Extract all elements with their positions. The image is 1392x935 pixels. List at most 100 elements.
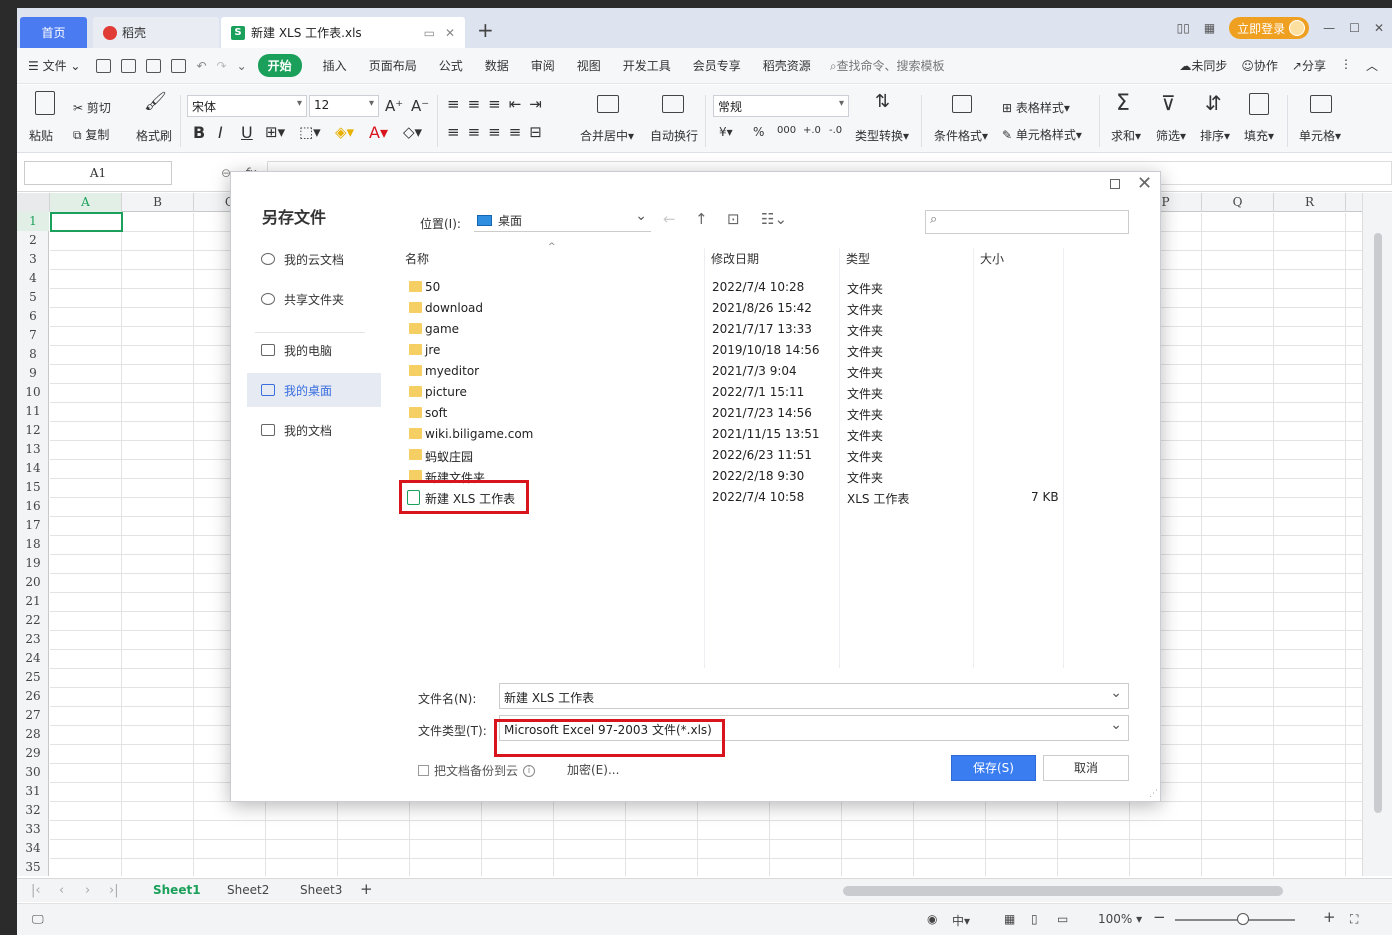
- font-name-select[interactable]: 宋体: [187, 95, 307, 117]
- row-header[interactable]: 1: [17, 212, 49, 231]
- filter-button[interactable]: 筛选▾: [1156, 127, 1186, 144]
- zoom-slider[interactable]: [1175, 919, 1295, 921]
- backup-to-cloud-checkbox[interactable]: 把文档备份到云 i: [418, 762, 536, 779]
- save-quick-icon[interactable]: [96, 58, 112, 73]
- conditional-format-button[interactable]: 条件格式▾: [934, 127, 988, 144]
- file-row[interactable]: 50 2022/7/4 10:28 文件夹: [401, 277, 1061, 298]
- menu-start[interactable]: 开始: [257, 54, 302, 77]
- status-monitor-icon[interactable]: 🖵: [32, 912, 44, 927]
- horizontal-align-icons[interactable]: ≡≡≡≡⊟: [447, 123, 550, 141]
- file-row[interactable]: game 2021/7/17 13:33 文件夹: [401, 319, 1061, 340]
- tab-close-icon[interactable]: ✕: [445, 26, 455, 40]
- zoom-out-icon[interactable]: −: [1153, 908, 1166, 926]
- file-row[interactable]: picture 2022/7/1 15:11 文件夹: [401, 382, 1061, 403]
- up-folder-icon[interactable]: ↑: [695, 210, 708, 228]
- row-header[interactable]: 21: [17, 592, 49, 611]
- decrease-decimal-icon[interactable]: -.0: [829, 125, 842, 136]
- file-row[interactable]: myeditor 2021/7/3 9:04 文件夹: [401, 361, 1061, 382]
- file-row[interactable]: 蚂蚁庄园 2022/6/23 11:51 文件夹: [401, 445, 1061, 466]
- encrypt-link[interactable]: 加密(E)...: [567, 761, 619, 778]
- row-header[interactable]: 16: [17, 497, 49, 516]
- row-header[interactable]: 20: [17, 573, 49, 592]
- undo-icon[interactable]: ↶: [191, 59, 211, 73]
- tab-document[interactable]: S 新建 XLS 工作表.xls ▭ ✕: [221, 17, 465, 48]
- dialog-maximize-icon[interactable]: [1110, 179, 1120, 189]
- dialog-search-input[interactable]: ⌕: [925, 210, 1129, 234]
- apps-grid-icon[interactable]: ▦: [1204, 21, 1215, 35]
- font-grow-icon[interactable]: A⁺: [385, 97, 403, 115]
- file-row[interactable]: wiki.biligame.com 2021/11/15 13:51 文件夹: [401, 424, 1061, 445]
- row-header[interactable]: 27: [17, 706, 49, 725]
- save-button[interactable]: 保存(S): [951, 755, 1036, 781]
- location-select[interactable]: 桌面: [474, 208, 651, 232]
- sum-button[interactable]: 求和▾: [1111, 127, 1141, 144]
- file-row[interactable]: jre 2019/10/18 14:56 文件夹: [401, 340, 1061, 361]
- page-break-view-icon[interactable]: ▭: [1057, 912, 1068, 926]
- font-size-select[interactable]: 12: [309, 95, 379, 117]
- column-header[interactable]: B: [122, 193, 194, 212]
- nav-cloud-docs[interactable]: 我的云文档: [247, 242, 381, 276]
- row-header[interactable]: 28: [17, 725, 49, 744]
- type-convert-button[interactable]: 类型转换▾: [855, 127, 909, 144]
- row-header[interactable]: 24: [17, 649, 49, 668]
- underline-icon[interactable]: U: [241, 123, 253, 142]
- row-header[interactable]: 8: [17, 345, 49, 364]
- nav-shared-folder[interactable]: 共享文件夹: [247, 282, 381, 316]
- sheet-tab-2[interactable]: Sheet2: [227, 883, 269, 897]
- dialog-close-icon[interactable]: ✕: [1137, 173, 1152, 194]
- file-menu[interactable]: ☰ 文件 ⌄: [17, 57, 91, 74]
- selected-cell[interactable]: [50, 212, 123, 232]
- row-header[interactable]: 31: [17, 782, 49, 801]
- row-header[interactable]: 13: [17, 440, 49, 459]
- column-header[interactable]: R: [1274, 193, 1346, 212]
- row-header[interactable]: 23: [17, 630, 49, 649]
- back-icon[interactable]: ←: [663, 210, 676, 228]
- row-header[interactable]: 26: [17, 687, 49, 706]
- row-header[interactable]: 32: [17, 801, 49, 820]
- menu-data[interactable]: 数据: [474, 57, 520, 74]
- tab-docer[interactable]: 稻壳: [93, 17, 219, 48]
- column-size-header[interactable]: 大小: [980, 250, 1004, 267]
- column-header[interactable]: A: [50, 193, 122, 212]
- quick-access-dropdown-icon[interactable]: ⌄: [232, 59, 252, 73]
- row-header[interactable]: 14: [17, 459, 49, 478]
- command-search[interactable]: ⌕查找命令、搜索模板: [830, 57, 945, 74]
- zoom-slider-knob[interactable]: [1237, 913, 1249, 925]
- fill-button[interactable]: 填充▾: [1244, 127, 1274, 144]
- vertical-scroll-thumb[interactable]: [1374, 233, 1382, 813]
- number-format-select[interactable]: 常规: [713, 95, 849, 117]
- fill-color-icon[interactable]: ◈▾: [335, 123, 354, 141]
- column-type-header[interactable]: 类型: [846, 250, 870, 267]
- eye-protect-icon[interactable]: ◉: [927, 912, 937, 926]
- clear-format-icon[interactable]: ◇▾: [403, 123, 422, 141]
- menu-developer[interactable]: 开发工具: [612, 57, 682, 74]
- checkbox-box[interactable]: [418, 765, 429, 776]
- paste-button[interactable]: 粘贴: [29, 127, 53, 144]
- login-button[interactable]: 立即登录: [1229, 17, 1310, 39]
- layout-icon[interactable]: ▯▯: [1177, 21, 1190, 35]
- row-header[interactable]: 9: [17, 364, 49, 383]
- cancel-button[interactable]: 取消: [1043, 755, 1129, 781]
- nav-my-computer[interactable]: 我的电脑: [247, 333, 381, 367]
- table-style-button[interactable]: ⊞ 表格样式▾: [1002, 99, 1070, 116]
- menu-view[interactable]: 视图: [566, 57, 612, 74]
- cell-button[interactable]: 单元格▾: [1299, 127, 1341, 144]
- row-header[interactable]: 29: [17, 744, 49, 763]
- thousands-icon[interactable]: 000: [777, 125, 796, 136]
- normal-view-icon[interactable]: ▦: [1004, 912, 1015, 926]
- prev-sheet-icon[interactable]: ‹: [59, 883, 64, 898]
- add-sheet-button[interactable]: +: [360, 880, 373, 898]
- export-pdf-icon[interactable]: [121, 58, 137, 73]
- select-all-corner[interactable]: [17, 193, 50, 212]
- row-header[interactable]: 33: [17, 820, 49, 839]
- currency-icon[interactable]: ¥▾: [719, 125, 733, 139]
- menu-page-layout[interactable]: 页面布局: [358, 57, 428, 74]
- row-header[interactable]: 10: [17, 383, 49, 402]
- info-icon[interactable]: i: [523, 764, 536, 777]
- percent-icon[interactable]: %: [753, 125, 764, 139]
- merge-center-button[interactable]: 合并居中▾: [580, 127, 634, 144]
- collapse-ribbon-icon[interactable]: ︿: [1366, 57, 1378, 74]
- menu-formula[interactable]: 公式: [428, 57, 474, 74]
- menu-docer-resources[interactable]: 稻壳资源: [752, 57, 822, 74]
- sheet-tab-3[interactable]: Sheet3: [300, 883, 342, 897]
